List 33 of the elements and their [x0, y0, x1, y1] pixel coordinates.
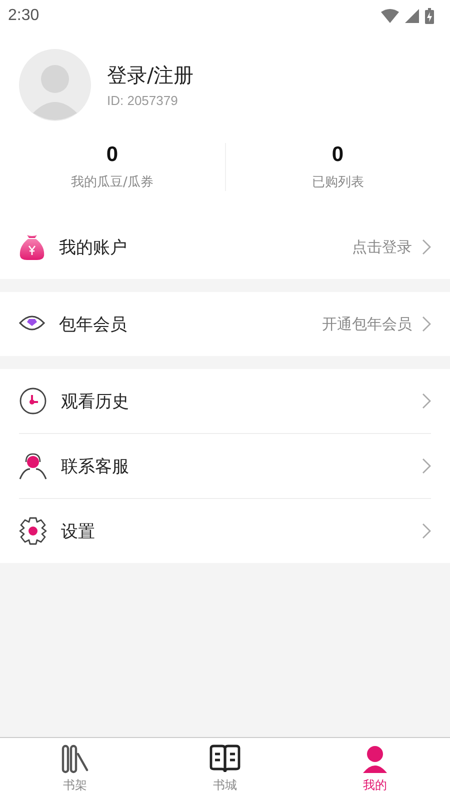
menu-hint: 开通包年会员 — [322, 314, 412, 334]
menu-label: 联系客服 — [61, 456, 129, 478]
stat-value: 0 — [106, 143, 118, 167]
status-time: 2:30 — [8, 7, 40, 25]
battery-icon — [425, 8, 434, 24]
tab[interactable]: 书城 — [190, 744, 260, 794]
stat-value: 0 — [332, 143, 344, 167]
chevron-right-icon — [422, 316, 431, 332]
chevron-right-icon — [422, 523, 431, 539]
stat-label[interactable]: 我的瓜豆/瓜券 — [71, 173, 154, 191]
chevron-right-icon — [422, 458, 431, 474]
person-icon — [360, 744, 390, 774]
support-agent-icon — [19, 452, 47, 480]
login-register-link[interactable]: 登录/注册 — [107, 62, 194, 89]
wifi-icon — [381, 9, 399, 23]
menu-label: 我的账户 — [59, 236, 127, 258]
books-icon — [60, 744, 90, 774]
settings-icon — [19, 517, 47, 545]
user-id: ID: 2057379 — [107, 93, 179, 108]
chevron-right-icon — [422, 239, 431, 255]
menu-label: 包年会员 — [59, 314, 127, 336]
tab[interactable]: 书架 — [40, 744, 110, 794]
signal-icon — [405, 9, 419, 23]
stat-label[interactable]: 已购列表 — [312, 173, 364, 191]
menu-label: 观看历史 — [61, 390, 129, 412]
tab[interactable]: 我的 — [340, 744, 410, 794]
open-book-icon — [209, 744, 241, 774]
money-bag-icon — [19, 234, 45, 260]
menu-label: 设置 — [61, 520, 95, 542]
menu-hint: 点击登录 — [352, 238, 412, 256]
clock-icon — [19, 387, 47, 415]
avatar[interactable] — [19, 49, 91, 121]
chevron-right-icon — [422, 393, 431, 409]
